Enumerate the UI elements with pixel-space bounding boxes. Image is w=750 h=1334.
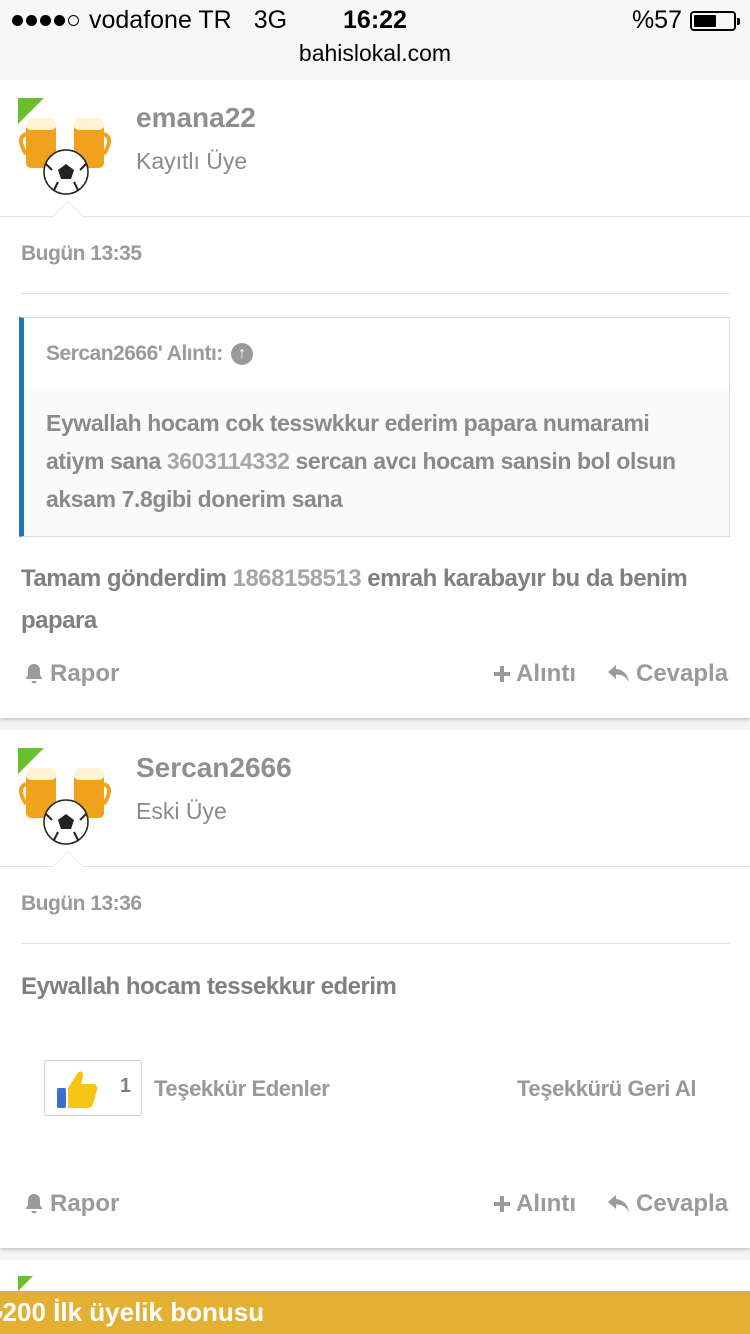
quote-number: 3603114332: [166, 448, 290, 474]
status-bar: vodafone TR 3G 16:22 %57 bahislokal.com: [0, 0, 750, 81]
reply-label: Cevapla: [636, 660, 729, 687]
like-button[interactable]: 1: [44, 1060, 142, 1116]
post-message: Tamam gönderdim 1868158513 emrah karabay…: [21, 558, 721, 642]
online-indicator: [18, 748, 44, 774]
like-count: 1: [119, 1075, 131, 1097]
up-arrow-icon[interactable]: ↑: [230, 343, 253, 365]
battery-icon: [690, 10, 740, 31]
bell-icon: [25, 664, 43, 684]
user-title: Kayıtlı Üye: [136, 148, 248, 174]
post-author: emana22 Kayıtlı Üye: [0, 80, 750, 217]
beer-soccer-avatar[interactable]: [18, 98, 116, 196]
username[interactable]: Sercan2666: [136, 752, 292, 784]
bonus-banner[interactable]: ₺200 İlk üyelik bonusu: [0, 1291, 750, 1334]
quote-header: Sercan2666' Alıntı: ↑: [24, 318, 729, 388]
undo-thanks-link[interactable]: Teşekkürü Geri Al: [517, 1076, 696, 1102]
battery-percent: %57: [631, 6, 682, 34]
report-button[interactable]: Rapor: [22, 660, 119, 688]
divider: [21, 293, 730, 294]
reply-button[interactable]: Cevapla: [606, 660, 728, 688]
reply-icon: [608, 665, 629, 682]
thanks-list-link[interactable]: Teşekkür Edenler: [154, 1076, 330, 1102]
reply-label: Cevapla: [636, 1190, 729, 1217]
quote-source[interactable]: Sercan2666' Alıntı: ↑: [46, 342, 253, 366]
quote-block: Sercan2666' Alıntı: ↑ Eywallah hocam cok…: [19, 317, 730, 537]
post-actions: Rapor Alıntı Cevapla: [0, 1190, 750, 1230]
online-indicator: [18, 98, 44, 124]
plus-icon: [494, 1196, 510, 1212]
post: Sercan2666 Eski Üye Bugün 13:36 Eywallah…: [0, 730, 750, 1248]
quote-button[interactable]: Alıntı: [492, 660, 576, 688]
message-part: Tamam gönderdim: [21, 565, 233, 592]
bell-icon: [25, 1194, 43, 1214]
thumbs-up-icon: [57, 1071, 98, 1108]
reply-button[interactable]: Cevapla: [606, 1190, 728, 1218]
username[interactable]: emana22: [136, 102, 256, 134]
plus-icon: [494, 666, 510, 682]
quote-text: Eywallah hocam cok tesswkkur ederim papa…: [24, 388, 729, 536]
pointer-arrow: [52, 201, 84, 217]
battery-info: %57: [631, 6, 740, 35]
post-date: Bugün 13:35: [21, 242, 142, 265]
online-indicator: [18, 1276, 33, 1291]
address-bar-url[interactable]: bahislokal.com: [0, 40, 750, 67]
post-author: Sercan2666 Eski Üye: [0, 730, 750, 867]
quote-source-label: Sercan2666' Alıntı:: [46, 342, 223, 365]
report-label: Rapor: [50, 1190, 120, 1217]
divider: [21, 943, 730, 944]
post: emana22 Kayıtlı Üye Bugün 13:35 Sercan26…: [0, 80, 750, 718]
post-date: Bugün 13:36: [21, 892, 142, 915]
beer-soccer-avatar[interactable]: [18, 748, 116, 846]
post-message: Eywallah hocam tessekkur ederim: [21, 973, 397, 1000]
user-title: Eski Üye: [136, 798, 227, 824]
message-number: 1868158513: [232, 565, 362, 592]
reply-icon: [608, 1195, 629, 1212]
report-button[interactable]: Rapor: [22, 1190, 119, 1218]
banner-text: ₺200 İlk üyelik bonusu: [0, 1297, 265, 1327]
report-label: Rapor: [50, 660, 120, 687]
quote-label: Alıntı: [516, 660, 576, 687]
post-actions: Rapor Alıntı Cevapla: [0, 660, 750, 700]
quote-button[interactable]: Alıntı: [492, 1190, 576, 1218]
post-partial: [0, 1260, 750, 1291]
quote-label: Alıntı: [516, 1190, 576, 1217]
pointer-arrow: [52, 851, 84, 867]
